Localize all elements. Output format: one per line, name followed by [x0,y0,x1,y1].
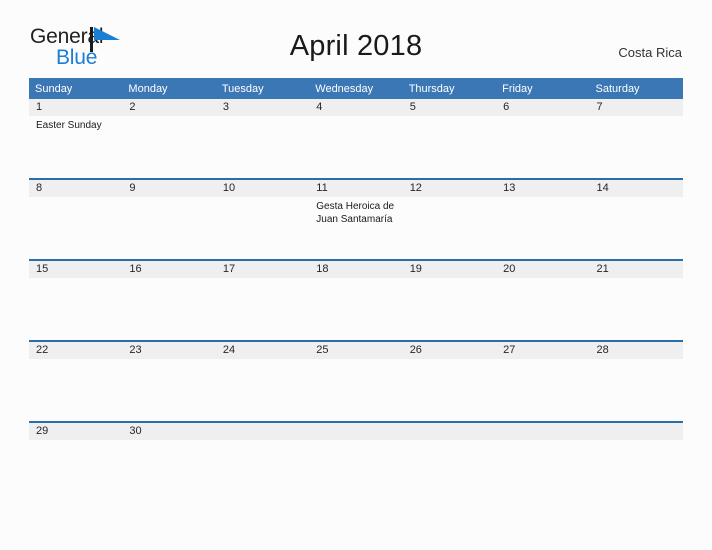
day-number: 29 [29,423,123,440]
calendar-day-cell[interactable]: 22 [29,340,123,422]
day-number: 14 [589,180,683,197]
calendar-day-cell[interactable]: 4 [309,99,403,179]
day-number: 2 [122,99,216,116]
weekday-header-saturday: Saturday [589,78,683,99]
weekday-header-monday: Monday [122,78,216,99]
calendar-day-cell[interactable]: 13 [496,178,590,260]
calendar-day-cell[interactable]: 14 [589,178,683,260]
calendar-day-cell[interactable]: 24 [215,340,310,422]
calendar-day-cell[interactable]: 7 [589,99,683,179]
weekday-header-thursday: Thursday [402,78,497,99]
day-number: 28 [589,342,683,359]
region-label: Costa Rica [618,45,682,60]
day-number: 8 [29,180,123,197]
calendar-day-cell[interactable]: 25 [309,340,403,422]
calendar-week-row: 15 16 17 18 19 20 21 [29,259,683,341]
calendar-day-cell[interactable]: 20 [496,259,590,341]
day-number: 19 [402,261,497,278]
day-events: Easter Sunday [29,116,122,132]
event-label: Easter Sunday [36,120,102,131]
day-number: 30 [122,423,216,440]
day-events: Gesta Heroica de Juan Santamaría [309,197,402,226]
day-number [215,423,310,440]
day-number: 26 [402,342,497,359]
calendar-week-row: 1 Easter Sunday 2 3 4 5 6 7 [29,99,683,179]
weekday-header-friday: Friday [496,78,590,99]
weekday-header-sunday: Sunday [29,78,123,99]
calendar-day-cell[interactable]: 18 [309,259,403,341]
calendar-day-cell[interactable] [496,421,590,502]
day-number: 5 [402,99,497,116]
day-number [402,423,497,440]
calendar-week-row: 22 23 24 25 26 27 28 [29,340,683,422]
day-number: 18 [309,261,403,278]
calendar-day-cell[interactable]: 19 [402,259,497,341]
day-number: 16 [122,261,216,278]
day-number: 1 [29,99,123,116]
day-number: 25 [309,342,403,359]
calendar-day-cell[interactable]: 10 [215,178,310,260]
calendar-header-row: Sunday Monday Tuesday Wednesday Thursday… [29,78,683,99]
day-number: 9 [122,180,216,197]
calendar-week-row: 29 30 [29,421,683,502]
day-number: 20 [496,261,590,278]
day-number: 6 [496,99,590,116]
calendar-day-cell[interactable]: 28 [589,340,683,422]
calendar-day-cell[interactable]: 8 [29,178,123,260]
calendar-day-cell[interactable] [215,421,310,502]
event-label: Gesta Heroica de Juan Santamaría [316,201,395,225]
calendar-day-cell[interactable]: 15 [29,259,123,341]
weekday-header-tuesday: Tuesday [215,78,310,99]
calendar-day-cell[interactable] [589,421,683,502]
calendar-day-cell[interactable]: 3 [215,99,310,179]
day-number: 15 [29,261,123,278]
day-number: 27 [496,342,590,359]
calendar-day-cell[interactable]: 27 [496,340,590,422]
calendar-day-cell[interactable]: 23 [122,340,216,422]
calendar-day-cell[interactable]: 30 [122,421,216,502]
day-number: 7 [589,99,683,116]
page-title: April 2018 [289,30,423,62]
day-number: 12 [402,180,497,197]
day-number: 22 [29,342,123,359]
calendar-day-cell[interactable]: 16 [122,259,216,341]
day-number: 23 [122,342,216,359]
calendar-day-cell[interactable] [309,421,403,502]
calendar-body: 1 Easter Sunday 2 3 4 5 6 7 8 9 10 11 Gesta Heroica … [29,99,683,502]
calendar-day-cell[interactable]: 2 [122,99,216,179]
calendar-table: Sunday Monday Tuesday Wednesday Thursday… [29,78,683,502]
page-header: General Blue April 2018 Costa Rica [0,0,712,76]
calendar-day-cell[interactable]: 11 Gesta Heroica de Juan Santamaría [309,178,403,260]
calendar-day-cell[interactable]: 12 [402,178,497,260]
day-number [496,423,590,440]
day-number: 13 [496,180,590,197]
day-number [309,423,403,440]
calendar-day-cell[interactable]: 21 [589,259,683,341]
day-number: 3 [215,99,310,116]
calendar-week-row: 8 9 10 11 Gesta Heroica de Juan Santamaría 12… [29,178,683,260]
day-number: 4 [309,99,403,116]
day-number: 24 [215,342,310,359]
calendar-day-cell[interactable]: 26 [402,340,497,422]
day-number: 17 [215,261,310,278]
calendar-day-cell[interactable] [402,421,497,502]
day-number [589,423,683,440]
calendar-day-cell[interactable]: 29 [29,421,123,502]
calendar-day-cell[interactable]: 5 [402,99,497,179]
day-number: 11 [309,180,403,197]
weekday-header-wednesday: Wednesday [309,78,403,99]
calendar-day-cell[interactable]: 6 [496,99,590,179]
calendar-day-cell[interactable]: 9 [122,178,216,260]
calendar-day-cell[interactable]: 1 Easter Sunday [29,99,123,179]
calendar-day-cell[interactable]: 17 [215,259,310,341]
day-number: 10 [215,180,310,197]
day-number: 21 [589,261,683,278]
